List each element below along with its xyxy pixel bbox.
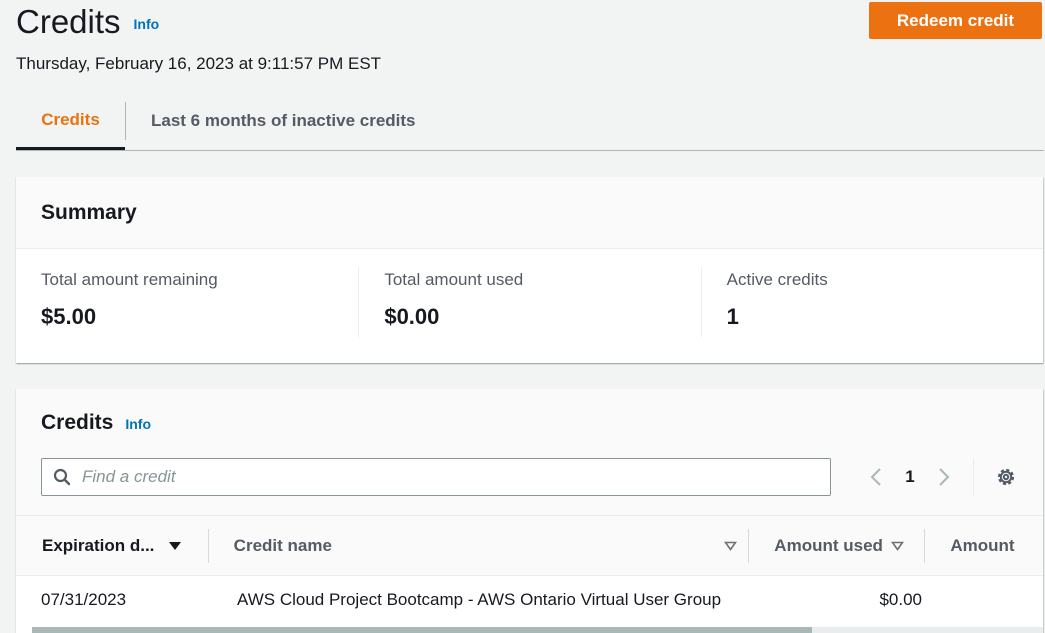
credits-info-link[interactable]: Info xyxy=(125,416,151,432)
tab-credits[interactable]: Credits xyxy=(16,92,125,150)
metric-active: Active credits 1 xyxy=(700,267,1043,337)
cell-expiration: 07/31/2023 xyxy=(41,590,127,609)
page-header: Credits Info Thursday, February 16, 2023… xyxy=(16,0,1045,80)
column-label: Credit name xyxy=(233,535,332,555)
scrollbar-thumb[interactable] xyxy=(32,627,812,633)
cell-credit-name: AWS Cloud Project Bootcamp - AWS Ontario… xyxy=(237,590,722,609)
credits-table-panel: Credits Info 1 xyxy=(16,389,1043,633)
page-number[interactable]: 1 xyxy=(888,467,932,487)
summary-metrics: Total amount remaining $5.00 Total amoun… xyxy=(16,249,1043,337)
tab-bar: Credits Last 6 months of inactive credit… xyxy=(16,92,1044,151)
column-header-amount-used[interactable]: Amount used xyxy=(749,516,924,575)
pagination-divider xyxy=(973,458,974,496)
metric-value: $5.00 xyxy=(41,304,97,329)
column-label: Amount xyxy=(950,535,1015,555)
gear-icon[interactable] xyxy=(994,465,1018,489)
metric-label: Active credits xyxy=(726,270,828,289)
caret-down-outline-icon xyxy=(890,541,904,551)
metric-used: Total amount used $0.00 xyxy=(358,267,700,337)
caret-down-outline-icon xyxy=(723,541,737,551)
chevron-right-icon[interactable] xyxy=(932,463,956,491)
page-title: Credits xyxy=(16,3,121,40)
info-link[interactable]: Info xyxy=(134,16,160,32)
metric-value: 1 xyxy=(726,304,739,329)
credits-page: Credits Info Thursday, February 16, 2023… xyxy=(0,0,1045,633)
metric-label: Total amount used xyxy=(384,270,524,289)
summary-header: Summary xyxy=(16,177,1043,249)
column-header-expiration[interactable]: Expiration d... xyxy=(16,516,208,575)
metric-label: Total amount remaining xyxy=(41,270,218,289)
table-row[interactable]: 07/31/2023 AWS Cloud Project Bootcamp - … xyxy=(16,577,1043,623)
credits-title: Credits xyxy=(41,411,114,434)
tab-inactive-credits[interactable]: Last 6 months of inactive credits xyxy=(126,92,441,150)
pagination: 1 xyxy=(864,463,956,491)
summary-title: Summary xyxy=(41,200,137,224)
search-icon xyxy=(42,468,82,486)
search-box[interactable] xyxy=(41,458,831,496)
horizontal-scrollbar[interactable] xyxy=(32,627,1043,633)
cell-amount-used: $0.00 xyxy=(879,590,922,609)
metric-value: $0.00 xyxy=(384,304,440,329)
column-header-amount[interactable]: Amount xyxy=(925,516,1043,575)
credits-header: Credits Info 1 xyxy=(16,389,1043,515)
column-label: Amount used xyxy=(774,535,883,555)
title-row: Credits Info xyxy=(16,4,159,40)
redeem-credit-button[interactable]: Redeem credit xyxy=(869,2,1042,39)
chevron-left-icon[interactable] xyxy=(864,463,888,491)
table-header: Expiration d... Credit name Amount used xyxy=(16,515,1043,576)
column-header-credit-name[interactable]: Credit name xyxy=(209,516,749,575)
column-label: Expiration d... xyxy=(42,535,155,555)
summary-panel: Summary Total amount remaining $5.00 Tot… xyxy=(16,177,1043,363)
timestamp: Thursday, February 16, 2023 at 9:11:57 P… xyxy=(16,54,382,73)
credits-title-row: Credits Info xyxy=(41,411,151,435)
caret-down-filled-icon xyxy=(168,541,182,551)
search-input[interactable] xyxy=(82,467,830,487)
metric-remaining: Total amount remaining $5.00 xyxy=(16,267,358,337)
